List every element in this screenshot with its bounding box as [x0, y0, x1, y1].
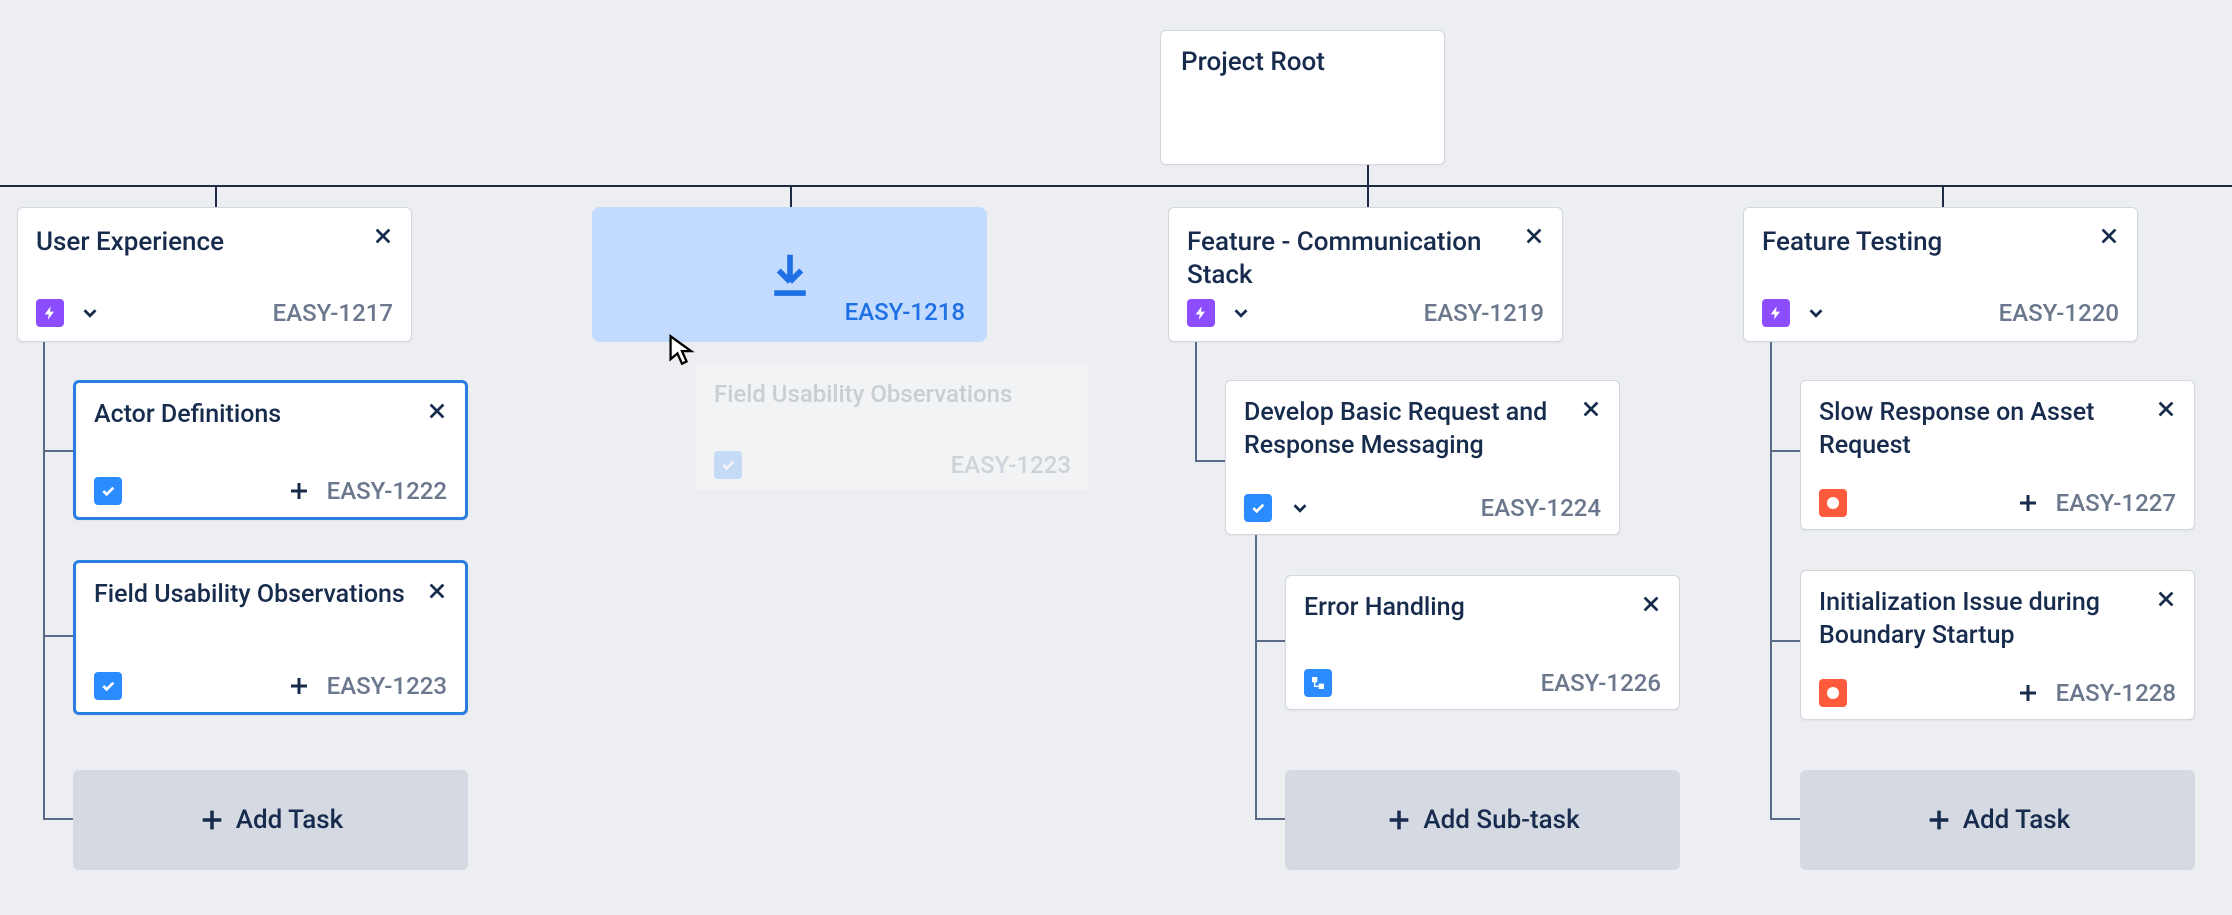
task-id: EASY-1226 — [1541, 669, 1661, 697]
epic-icon — [1187, 299, 1215, 327]
delete-button[interactable] — [1577, 395, 1605, 423]
download-icon — [763, 248, 817, 302]
epic-id: EASY-1217 — [273, 299, 393, 327]
task-icon — [94, 672, 122, 700]
epic-title: User Experience — [36, 226, 393, 259]
epic-id: EASY-1219 — [1424, 299, 1544, 327]
epic-title: Feature - Communication Stack — [1187, 226, 1544, 291]
close-icon — [1580, 398, 1602, 420]
task-id: EASY-1223 — [327, 672, 447, 700]
task-icon — [714, 451, 742, 479]
delete-button[interactable] — [2152, 395, 2180, 423]
plus-icon — [1385, 806, 1413, 834]
task-develop-request-response[interactable]: Develop Basic Request and Response Messa… — [1225, 380, 1620, 535]
plus-icon — [198, 806, 226, 834]
add-subtask-button[interactable] — [285, 477, 313, 505]
epic-communication-stack[interactable]: Feature - Communication Stack EASY-1219 — [1168, 207, 1563, 342]
delete-button[interactable] — [369, 222, 397, 250]
chevron-down-icon — [1230, 302, 1252, 324]
add-subtask-button[interactable]: Add Sub-task — [1285, 770, 1680, 870]
chevron-down-icon — [1289, 497, 1311, 519]
task-icon — [94, 477, 122, 505]
subtask-icon — [1304, 669, 1332, 697]
root-card[interactable]: Project Root — [1160, 30, 1445, 165]
expand-toggle[interactable] — [1227, 299, 1255, 327]
task-icon — [1244, 494, 1272, 522]
close-icon — [2155, 588, 2177, 610]
expand-toggle[interactable] — [1802, 299, 1830, 327]
epic-id: EASY-1218 — [845, 298, 965, 326]
bug-icon — [1819, 679, 1847, 707]
plus-icon — [287, 674, 311, 698]
epic-dropzone[interactable]: EASY-1218 — [592, 207, 987, 342]
dragging-task-ghost: Field Usability Observations EASY-1223 — [695, 362, 1090, 492]
add-task-button[interactable]: Add Task — [1800, 770, 2195, 870]
task-id: EASY-1228 — [2056, 679, 2176, 707]
plus-icon — [1925, 806, 1953, 834]
epic-title: Feature Testing — [1762, 226, 2119, 259]
chevron-down-icon — [1805, 302, 1827, 324]
plus-icon — [2016, 491, 2040, 515]
expand-toggle[interactable] — [1286, 494, 1314, 522]
close-icon — [2098, 225, 2120, 247]
delete-button[interactable] — [2095, 222, 2123, 250]
delete-button[interactable] — [423, 577, 451, 605]
close-icon — [1523, 225, 1545, 247]
task-title: Field Usability Observations — [714, 379, 1071, 409]
task-title: Develop Basic Request and Response Messa… — [1244, 397, 1601, 462]
add-task-button[interactable]: Add Task — [73, 770, 468, 870]
plus-icon — [287, 479, 311, 503]
close-icon — [372, 225, 394, 247]
delete-button[interactable] — [2152, 585, 2180, 613]
chevron-down-icon — [79, 302, 101, 324]
bug-slow-response[interactable]: Slow Response on Asset Request EASY-1227 — [1800, 380, 2195, 530]
task-id: EASY-1227 — [2056, 489, 2176, 517]
epic-icon — [36, 299, 64, 327]
task-id: EASY-1222 — [327, 477, 447, 505]
add-task-label: Add Task — [1963, 805, 2071, 835]
add-subtask-button[interactable] — [2014, 489, 2042, 517]
close-icon — [1640, 593, 1662, 615]
plus-icon — [2016, 681, 2040, 705]
task-id: EASY-1223 — [951, 451, 1071, 479]
root-title: Project Root — [1181, 47, 1424, 77]
epic-user-experience[interactable]: User Experience EASY-1217 — [17, 207, 412, 342]
task-actor-definitions[interactable]: Actor Definitions EASY-1222 — [73, 380, 468, 520]
expand-toggle[interactable] — [76, 299, 104, 327]
task-title: Field Usability Observations — [94, 579, 447, 612]
epic-icon — [1762, 299, 1790, 327]
close-icon — [426, 580, 448, 602]
add-subtask-button[interactable] — [285, 672, 313, 700]
close-icon — [2155, 398, 2177, 420]
epic-id: EASY-1220 — [1999, 299, 2119, 327]
task-field-usability-observations[interactable]: Field Usability Observations EASY-1223 — [73, 560, 468, 715]
delete-button[interactable] — [423, 397, 451, 425]
delete-button[interactable] — [1637, 590, 1665, 618]
task-title: Initialization Issue during Boundary Sta… — [1819, 587, 2176, 652]
bug-icon — [1819, 489, 1847, 517]
add-task-label: Add Task — [236, 805, 344, 835]
epic-feature-testing[interactable]: Feature Testing EASY-1220 — [1743, 207, 2138, 342]
task-title: Slow Response on Asset Request — [1819, 397, 2176, 462]
task-title: Error Handling — [1304, 592, 1661, 625]
close-icon — [426, 400, 448, 422]
delete-button[interactable] — [1520, 222, 1548, 250]
add-subtask-button[interactable] — [2014, 679, 2042, 707]
task-id: EASY-1224 — [1481, 494, 1601, 522]
add-subtask-label: Add Sub-task — [1423, 805, 1579, 835]
bug-initialization-issue[interactable]: Initialization Issue during Boundary Sta… — [1800, 570, 2195, 720]
subtask-error-handling[interactable]: Error Handling EASY-1226 — [1285, 575, 1680, 710]
task-title: Actor Definitions — [94, 399, 447, 432]
